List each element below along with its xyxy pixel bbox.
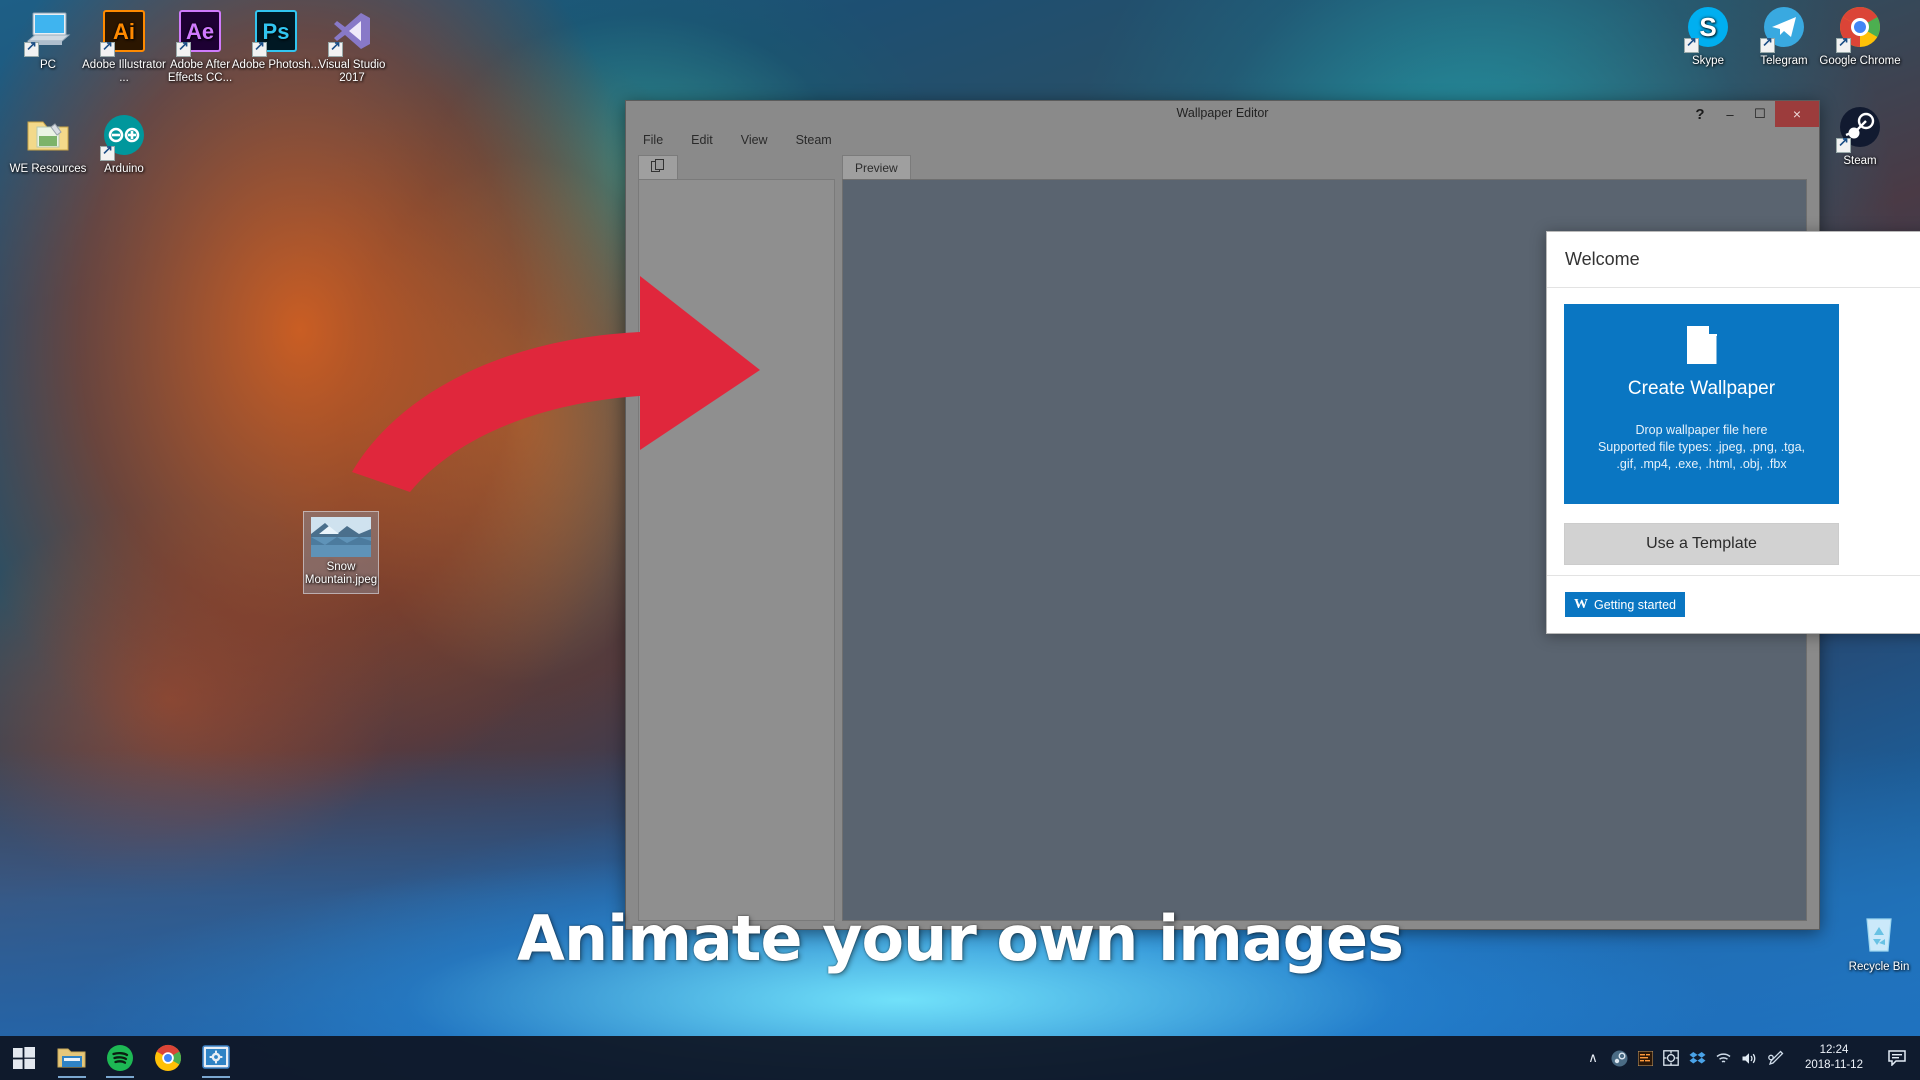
desktop-icon-arduino[interactable]: Arduino	[78, 110, 170, 176]
maximize-button[interactable]: ☐	[1745, 101, 1775, 127]
drop-hint-line1: Drop wallpaper file here	[1635, 423, 1768, 437]
desktop-icon-label: Visual Studio 2017	[318, 59, 386, 84]
menu-item-view[interactable]: View	[738, 131, 771, 149]
shortcut-overlay-icon	[100, 143, 115, 161]
welcome-dialog[interactable]: Welcome Create Wallpaper Drop wallpaper …	[1546, 231, 1920, 634]
tab-preview[interactable]: Preview	[842, 155, 911, 179]
shortcut-overlay-icon	[1760, 35, 1775, 53]
assets-panel[interactable]	[638, 179, 835, 921]
taskbar-google-chrome[interactable]	[144, 1036, 192, 1080]
volume-icon[interactable]	[1736, 1036, 1762, 1080]
system-tray: ∧ 12:24 2018-11-12	[1580, 1036, 1920, 1080]
spotify-icon	[107, 1045, 133, 1071]
dropbox-tray-icon[interactable]	[1684, 1036, 1710, 1080]
image-thumbnail-icon	[304, 516, 378, 558]
visual-studio-icon	[306, 6, 398, 57]
clock-time: 12:24	[1819, 1044, 1849, 1056]
svg-text:S: S	[1699, 12, 1716, 42]
use-a-template-button[interactable]: Use a Template	[1564, 523, 1839, 565]
dialog-title: Welcome	[1565, 249, 1640, 269]
window-titlebar[interactable]: Wallpaper Editor ? – ☐ ×	[626, 101, 1819, 127]
taskbar-file-explorer[interactable]	[48, 1036, 96, 1080]
help-button[interactable]: ?	[1685, 101, 1715, 127]
desktop-icon-label: Steam	[1843, 155, 1877, 167]
app-tray-icon[interactable]	[1632, 1036, 1658, 1080]
window-controls: ? – ☐ ×	[1685, 101, 1819, 127]
wallpaper-engine-logo-icon: W	[1574, 596, 1588, 612]
shortcut-overlay-icon	[252, 39, 267, 57]
layers-copy-icon	[651, 159, 665, 176]
preview-tabstrip: Preview	[842, 153, 911, 179]
chrome-icon	[155, 1044, 182, 1071]
steam-icon	[1814, 102, 1906, 153]
desktop-icon-visual-studio[interactable]: Visual Studio 2017	[306, 6, 398, 85]
file-explorer-icon	[57, 1048, 86, 1068]
taskbar-spotify[interactable]	[96, 1036, 144, 1080]
desktop-icon-label: Arduino	[104, 163, 144, 175]
desktop-file-snow-mountain[interactable]: Snow Mountain.jpeg	[303, 511, 379, 594]
show-hidden-icons-button[interactable]: ∧	[1580, 1036, 1606, 1080]
dialog-header: Welcome	[1547, 232, 1920, 288]
action-center-button[interactable]	[1880, 1036, 1914, 1080]
desktop-file-label: Snow Mountain.jpeg	[304, 561, 378, 586]
dialog-body: Create Wallpaper Drop wallpaper file her…	[1547, 288, 1920, 575]
minimize-button[interactable]: –	[1715, 101, 1745, 127]
tab-assets[interactable]	[638, 155, 678, 179]
document-icon	[1686, 326, 1717, 364]
chrome-icon	[1814, 2, 1906, 53]
menu-item-steam[interactable]: Steam	[793, 131, 835, 149]
shortcut-overlay-icon	[100, 39, 115, 57]
desktop-icon-label: Google Chrome	[1819, 55, 1901, 67]
shortcut-overlay-icon	[24, 39, 39, 57]
desktop-icon-google-chrome[interactable]: Google Chrome	[1814, 2, 1906, 68]
taskbar-clock[interactable]: 12:24 2018-11-12	[1788, 1036, 1880, 1080]
dialog-footer: W Getting started Cancel	[1547, 575, 1920, 633]
clock-date: 2018-11-12	[1805, 1059, 1863, 1071]
shortcut-overlay-icon	[1836, 35, 1851, 53]
shortcut-overlay-icon	[176, 39, 191, 57]
window-title: Wallpaper Editor	[1176, 106, 1269, 120]
pen-tray-icon[interactable]	[1762, 1036, 1788, 1080]
network-icon[interactable]	[1710, 1036, 1736, 1080]
taskbar-wallpaper-engine[interactable]	[192, 1036, 240, 1080]
getting-started-label: Getting started	[1594, 597, 1676, 612]
assets-tabstrip	[638, 153, 678, 179]
menu-item-file[interactable]: File	[640, 131, 666, 149]
desktop-icon-steam[interactable]: Steam	[1814, 102, 1906, 168]
wallpaper-engine-icon	[202, 1045, 230, 1069]
create-wallpaper-dropzone[interactable]: Create Wallpaper Drop wallpaper file her…	[1564, 304, 1839, 504]
start-button[interactable]	[0, 1036, 48, 1080]
getting-started-button[interactable]: W Getting started	[1565, 592, 1685, 617]
steam-tray-icon[interactable]	[1606, 1036, 1632, 1080]
supported-types-line1: Supported file types: .jpeg, .png, .tga,	[1597, 440, 1806, 454]
close-button[interactable]: ×	[1775, 101, 1819, 127]
create-wallpaper-title: Create Wallpaper	[1627, 378, 1776, 399]
arduino-icon	[78, 110, 170, 161]
promo-caption: Animate your own images	[516, 902, 1404, 975]
menu-item-edit[interactable]: Edit	[688, 131, 716, 149]
wallpaper-editor-window[interactable]: Wallpaper Editor ? – ☐ × File Edit View …	[625, 100, 1920, 930]
taskbar: ∧ 12:24 2018-11-12	[0, 1036, 1920, 1080]
wallpaper-engine-tray-icon[interactable]	[1658, 1036, 1684, 1080]
supported-types-line2: .gif, .mp4, .exe, .html, .obj, .fbx	[1616, 457, 1787, 471]
shortcut-overlay-icon	[1684, 35, 1699, 53]
menu-bar: File Edit View Steam	[626, 127, 1819, 153]
shortcut-overlay-icon	[328, 39, 343, 57]
shortcut-overlay-icon	[1836, 135, 1851, 153]
